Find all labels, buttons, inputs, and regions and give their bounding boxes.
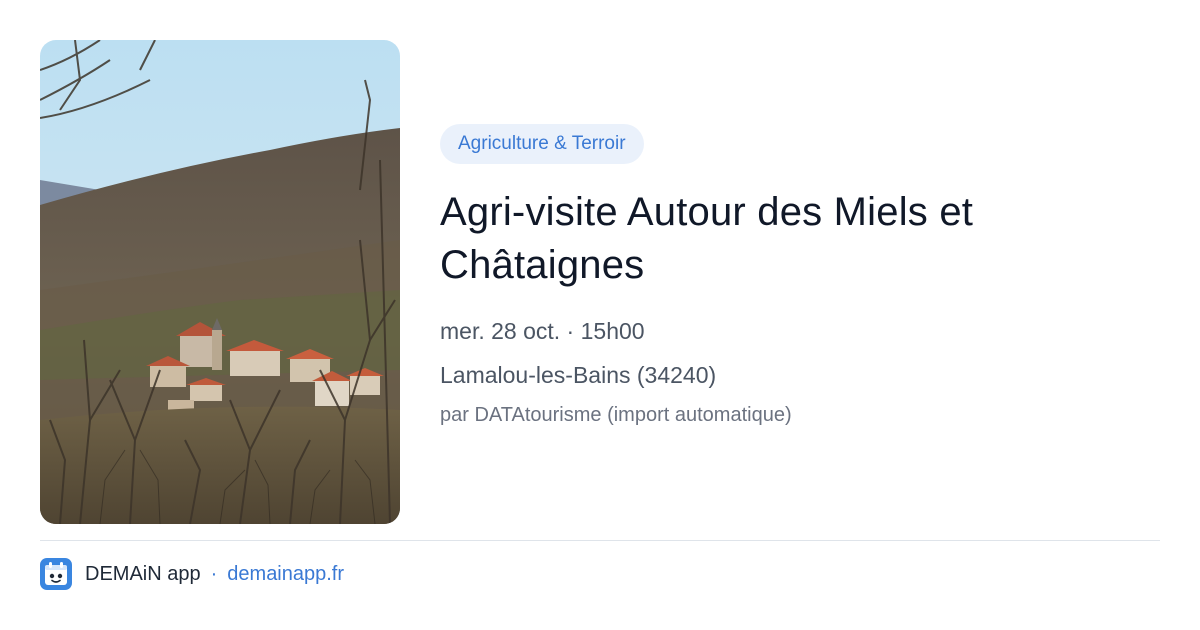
footer: DEMAiN app · demainapp.fr: [40, 558, 344, 590]
event-location: Lamalou-les-Bains (34240): [440, 362, 717, 388]
category-badge[interactable]: Agriculture & Terroir: [440, 124, 644, 164]
footer-separator: ·: [210, 562, 218, 585]
event-title: Agri-visite Autour des Miels et Châtaign…: [440, 190, 974, 287]
app-website-link[interactable]: demainapp.fr: [227, 563, 344, 586]
demain-app-logo-icon: [40, 558, 72, 590]
event-source: par DATAtourisme (import automatique): [440, 404, 792, 426]
event-date: mer. 28 oct. · 15h00: [440, 318, 645, 344]
event-image: [40, 40, 400, 524]
app-name: DEMAiN app: [85, 562, 201, 585]
event-details: Agriculture & Terroir Agri-visite Autour…: [440, 124, 1140, 427]
footer-divider: [40, 540, 1160, 541]
